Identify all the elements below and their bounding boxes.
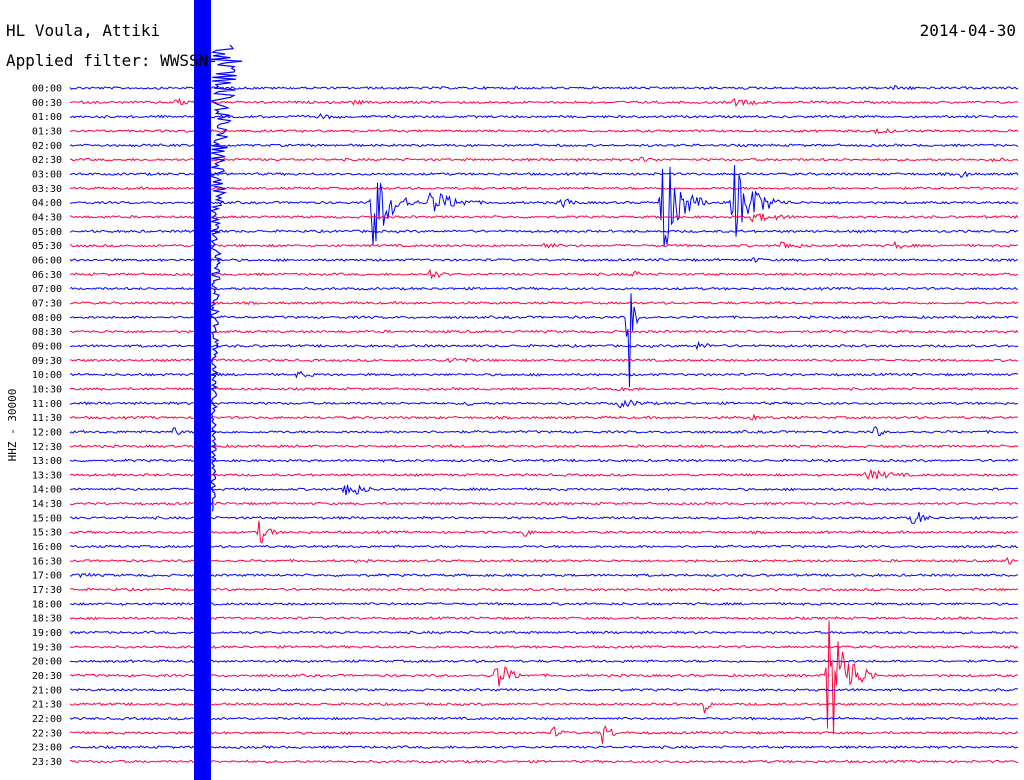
row-time-label: 10:00 bbox=[32, 370, 62, 381]
row-time-label: 12:30 bbox=[32, 442, 62, 453]
seismic-trace-row bbox=[69, 511, 1019, 525]
row-time-label: 11:30 bbox=[32, 413, 62, 424]
seismic-trace-row bbox=[69, 659, 1019, 664]
row-time-label: 19:00 bbox=[32, 628, 62, 639]
row-time-label: 17:30 bbox=[32, 585, 62, 596]
row-time-label: 20:00 bbox=[32, 657, 62, 668]
seismic-trace-row bbox=[69, 630, 1019, 635]
seismic-trace-row bbox=[69, 113, 1019, 120]
row-time-label: 09:30 bbox=[32, 356, 62, 367]
row-time-label: 21:30 bbox=[32, 700, 62, 711]
row-time-label: 21:00 bbox=[32, 685, 62, 696]
seismic-trace-row bbox=[69, 556, 1019, 565]
seismic-trace-row bbox=[69, 97, 1019, 108]
earthquake-coda bbox=[209, 44, 243, 512]
row-time-label: 11:00 bbox=[32, 399, 62, 410]
seismic-trace-row bbox=[69, 286, 1019, 291]
row-time-label: 04:00 bbox=[32, 198, 62, 209]
seismic-trace-row bbox=[69, 745, 1019, 750]
row-time-label: 15:00 bbox=[32, 513, 62, 524]
seismic-trace-row bbox=[69, 544, 1019, 549]
row-time-label: 13:30 bbox=[32, 470, 62, 481]
row-time-label: 07:00 bbox=[32, 284, 62, 295]
row-time-label: 06:30 bbox=[32, 270, 62, 281]
seismic-trace-row bbox=[69, 616, 1019, 621]
row-time-label: 03:00 bbox=[32, 170, 62, 181]
row-time-label: 23:30 bbox=[32, 757, 62, 768]
row-time-label: 16:00 bbox=[32, 542, 62, 553]
row-time-label: 08:30 bbox=[32, 327, 62, 338]
row-time-label: 01:00 bbox=[32, 112, 62, 123]
seismic-trace-row bbox=[69, 340, 1019, 351]
seismic-trace-row bbox=[69, 759, 1018, 764]
row-time-label: 23:00 bbox=[32, 743, 62, 754]
seismic-trace-row bbox=[69, 644, 1019, 650]
row-time-label: 08:00 bbox=[32, 313, 62, 324]
channel-label: HHZ - 30000 bbox=[6, 389, 19, 462]
seismic-trace-row bbox=[69, 601, 1019, 606]
row-time-label: 04:30 bbox=[32, 213, 62, 224]
row-time-label: 01:30 bbox=[32, 127, 62, 138]
row-time-label: 07:30 bbox=[32, 298, 62, 309]
row-time-label: 17:00 bbox=[32, 571, 62, 582]
station-title: HL Voula, Attiki bbox=[6, 21, 160, 40]
filter-label: Applied filter: WWSSN- bbox=[6, 51, 218, 70]
trace-layer bbox=[69, 84, 1019, 764]
seismic-trace-row bbox=[69, 127, 1019, 135]
row-time-label: 19:30 bbox=[32, 642, 62, 653]
row-time-label: 02:30 bbox=[32, 155, 62, 166]
seismic-trace-row bbox=[69, 687, 1019, 692]
row-time-label: 00:30 bbox=[32, 98, 62, 109]
row-time-label: 15:30 bbox=[32, 528, 62, 539]
row-time-label: 10:30 bbox=[32, 384, 62, 395]
time-label-layer: 00:00 00:30 01:00 01:30 02:00 02:30 03:00 03:30… bbox=[32, 84, 62, 769]
row-time-label: 16:30 bbox=[32, 556, 62, 567]
seismic-trace-row bbox=[69, 300, 1019, 306]
row-time-label: 03:30 bbox=[32, 184, 62, 195]
row-time-label: 14:30 bbox=[32, 499, 62, 510]
seismic-trace-row bbox=[69, 587, 1019, 592]
seismic-trace-row bbox=[69, 520, 1019, 544]
row-time-label: 20:30 bbox=[32, 671, 62, 682]
seismic-trace-row bbox=[69, 84, 1019, 91]
row-time-label: 12:00 bbox=[32, 427, 62, 438]
helicorder-plot: 00:00 00:30 01:00 01:30 02:00 02:30 03:00 03:30… bbox=[6, 0, 1019, 780]
seismic-trace-row bbox=[69, 701, 1019, 714]
row-time-label: 18:00 bbox=[32, 599, 62, 610]
row-time-label: 14:00 bbox=[32, 485, 62, 496]
row-time-label: 22:30 bbox=[32, 728, 62, 739]
saturated-signal-band bbox=[194, 0, 211, 780]
date-label: 2014-04-30 bbox=[920, 21, 1016, 40]
seismic-trace-row bbox=[69, 186, 1019, 191]
seismic-trace-row bbox=[69, 469, 1019, 481]
row-time-label: 18:30 bbox=[32, 614, 62, 625]
row-time-label: 02:00 bbox=[32, 141, 62, 152]
row-time-label: 09:00 bbox=[32, 341, 62, 352]
seismic-trace-row bbox=[69, 156, 1019, 163]
seismic-trace-row bbox=[69, 572, 1019, 579]
seismic-trace-row bbox=[70, 725, 1019, 744]
seismic-trace-row bbox=[69, 716, 1019, 721]
row-time-label: 06:00 bbox=[32, 256, 62, 267]
row-time-label: 05:30 bbox=[32, 241, 62, 252]
row-time-label: 22:00 bbox=[32, 714, 62, 725]
seismic-trace-row bbox=[69, 257, 1019, 263]
seismic-trace-row bbox=[69, 620, 1019, 735]
row-time-label: 05:00 bbox=[32, 227, 62, 238]
row-time-label: 00:00 bbox=[32, 84, 62, 95]
row-time-label: 13:00 bbox=[32, 456, 62, 467]
